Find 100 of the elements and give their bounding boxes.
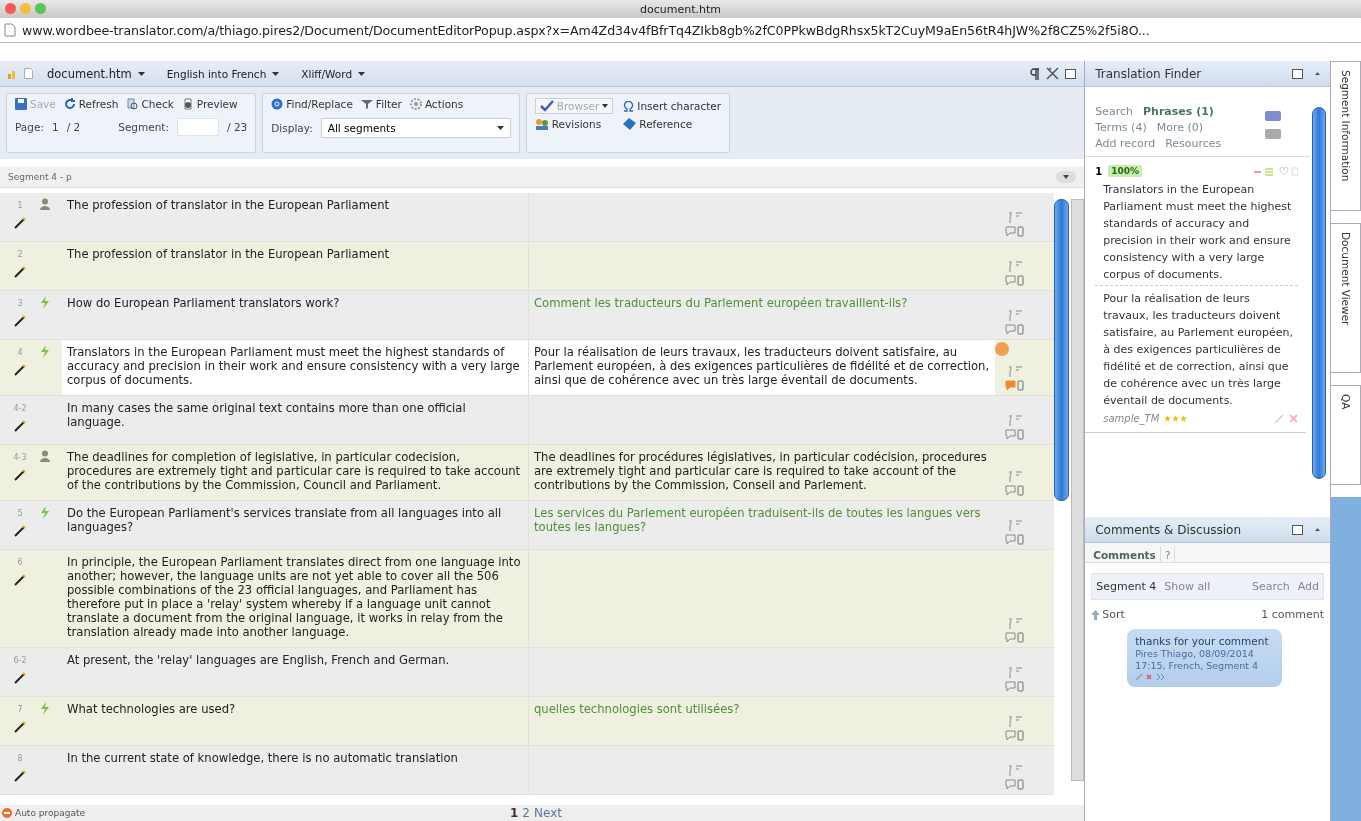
toolbar-button[interactable]: Find/Replace — [271, 98, 353, 110]
segment-row[interactable]: 3 How do European Parliament translators work? Comment les traducteurs du Parlement européen travaillent-ils? — [0, 291, 1055, 340]
finder-link[interactable]: Phrases (1) — [1143, 105, 1214, 118]
document-menu[interactable]: document.htm — [39, 66, 153, 81]
pencil-icon[interactable] — [14, 315, 26, 327]
segment-row[interactable]: 4-2 In many cases the same original text contains more than one official language. — [0, 396, 1055, 445]
side-tab[interactable]: Segment Information — [1331, 61, 1361, 211]
page-total: / 2 — [66, 121, 81, 133]
comment-icon[interactable] — [1005, 429, 1025, 440]
toolbar-button[interactable]: Revisions — [534, 118, 614, 130]
pencil-icon[interactable] — [14, 266, 26, 278]
zoom-button[interactable] — [35, 3, 46, 14]
segment-row[interactable] — [0, 340, 1055, 396]
toolbar-button[interactable]: Check — [126, 98, 174, 110]
minimize-button[interactable] — [20, 3, 31, 14]
sort-button[interactable]: Sort — [1091, 608, 1125, 621]
panel-title: Translation Finder — [1095, 66, 1202, 81]
segment-row[interactable]: 5 Do the European Parliament's services translate from all languages into all languages? Les services du Parlement européen traduisent-ils de toutes les langues vers toutes les langues? — [0, 501, 1055, 550]
display-label: Display: — [271, 122, 313, 134]
segment-row[interactable]: 2 The profession of translator in the European Parliament — [0, 242, 1055, 291]
segment-label: Segment: — [118, 121, 169, 133]
pagination-link[interactable]: Next — [534, 806, 562, 820]
finder-link[interactable]: Add record — [1095, 137, 1156, 150]
scroll-thumb[interactable] — [1054, 199, 1069, 501]
comment-icon[interactable] — [1005, 324, 1025, 335]
pencil-icon[interactable] — [14, 672, 26, 684]
refresh-icon — [63, 98, 76, 110]
finder-link[interactable]: Search — [1095, 105, 1133, 118]
document-menu[interactable]: English into French — [158, 67, 288, 80]
side-tab[interactable]: Document Viewer — [1331, 223, 1361, 373]
segment-number: 6 — [17, 557, 23, 569]
pencil-icon[interactable] — [14, 420, 26, 432]
comment-icon[interactable] — [1005, 534, 1025, 545]
comment-icon[interactable] — [1005, 632, 1025, 643]
finder-link[interactable]: More (0) — [1156, 121, 1204, 134]
scroll-thumb[interactable] — [1312, 107, 1326, 479]
segment-number: 4 — [17, 347, 23, 359]
pencil-icon[interactable] — [14, 770, 26, 782]
comment-icon[interactable] — [1005, 779, 1025, 790]
omega-icon — [623, 100, 635, 112]
segment-input[interactable] — [177, 118, 219, 136]
pencil-icon[interactable] — [14, 525, 26, 537]
pilcrow-icon[interactable] — [1030, 67, 1041, 80]
segment-path: Segment 4 - p — [8, 172, 72, 182]
maximize-icon[interactable] — [1292, 524, 1303, 535]
source-text: The profession of translator in the European Parliament — [62, 242, 529, 290]
pagination-link[interactable]: 2 — [522, 806, 530, 820]
close-icon[interactable] — [1289, 414, 1298, 423]
segment-row[interactable]: 6-2 At present, the 'relay' languages are English, French and German. — [0, 648, 1055, 697]
comments-tab[interactable]: Comments — [1089, 547, 1161, 562]
scrollbar[interactable] — [1070, 199, 1085, 781]
pagination-link[interactable]: 1 — [510, 806, 519, 820]
auto-propagate-button[interactable]: Auto propagate — [0, 808, 85, 818]
pencil-icon[interactable] — [14, 574, 26, 586]
panel-title: Comments & Discussion — [1095, 522, 1242, 537]
pencil-icon[interactable] — [14, 217, 26, 229]
comment-text: thanks for your comment — [1135, 635, 1270, 647]
segment-row[interactable]: 1 The profession of translator in the European Parliament — [0, 193, 1055, 242]
comment-icon[interactable] — [1005, 681, 1025, 692]
memory-name: sample_TM — [1103, 413, 1160, 424]
toolbar-button[interactable]: Reference — [623, 118, 722, 130]
comment-icon[interactable] — [1005, 226, 1025, 237]
maximize-icon[interactable] — [1065, 68, 1077, 79]
close-button[interactable] — [5, 3, 16, 14]
toolbar-button[interactable]: Insert character — [623, 98, 722, 114]
toolbar-button[interactable]: Filter — [360, 98, 402, 110]
segment-row[interactable] — [0, 550, 1055, 648]
toolbar-button[interactable]: Preview — [181, 98, 238, 110]
segment-number: 8 — [17, 753, 23, 765]
side-tab[interactable]: QA — [1331, 385, 1361, 485]
segment-number: 4-3 — [13, 452, 27, 464]
segment-number: 3 — [17, 298, 23, 310]
pencil-icon[interactable] — [14, 469, 26, 481]
tools-icon[interactable] — [1046, 67, 1060, 80]
spell-check-icon — [539, 100, 554, 112]
display-select[interactable]: All segments — [320, 118, 511, 138]
maximize-icon[interactable] — [1292, 68, 1303, 79]
collapse-icon[interactable] — [1315, 528, 1320, 531]
url-text[interactable]: www.wordbee-translator.com/a/thiago.pires2/Document/DocumentEditorPopup.aspx?x=Am4Zd34v4fBfrTq4ZIkb8gb%2fC0PPkwBdgRhsx5kT2CuyM9aEn56tR4hJW%2f8CZ5%2f5i8O... — [22, 22, 1150, 38]
finder-link[interactable]: Resources — [1165, 137, 1222, 150]
segment-row[interactable]: 8 In the current state of knowledge, there is no automatic translation — [0, 746, 1055, 795]
options-button[interactable] — [1056, 171, 1077, 183]
segment-row[interactable]: 7 What technologies are used? quelles technologies sont utilisées? — [0, 697, 1055, 746]
comment-icon[interactable] — [1005, 275, 1025, 286]
segment-number: 4-2 — [13, 403, 27, 415]
comment-icon[interactable] — [1005, 485, 1025, 496]
comment-icon[interactable] — [1005, 730, 1025, 741]
toolbar-button[interactable]: Refresh — [63, 98, 119, 110]
page-icon — [4, 23, 16, 37]
toolbar-button[interactable]: Actions — [409, 98, 464, 110]
collapse-icon[interactable] — [1315, 72, 1320, 75]
finder-link[interactable]: Terms (4) — [1095, 121, 1147, 134]
segment-total: / 23 — [227, 121, 248, 133]
pencil-icon[interactable] — [14, 721, 26, 733]
segment-row[interactable] — [0, 445, 1055, 501]
result-actions-icon[interactable] — [1254, 166, 1298, 176]
comment-count: 1 comment — [1261, 608, 1324, 621]
document-menu[interactable]: Xliff/Word — [293, 67, 374, 80]
comment-icon[interactable] — [1005, 380, 1025, 391]
pencil-icon[interactable] — [14, 364, 26, 376]
